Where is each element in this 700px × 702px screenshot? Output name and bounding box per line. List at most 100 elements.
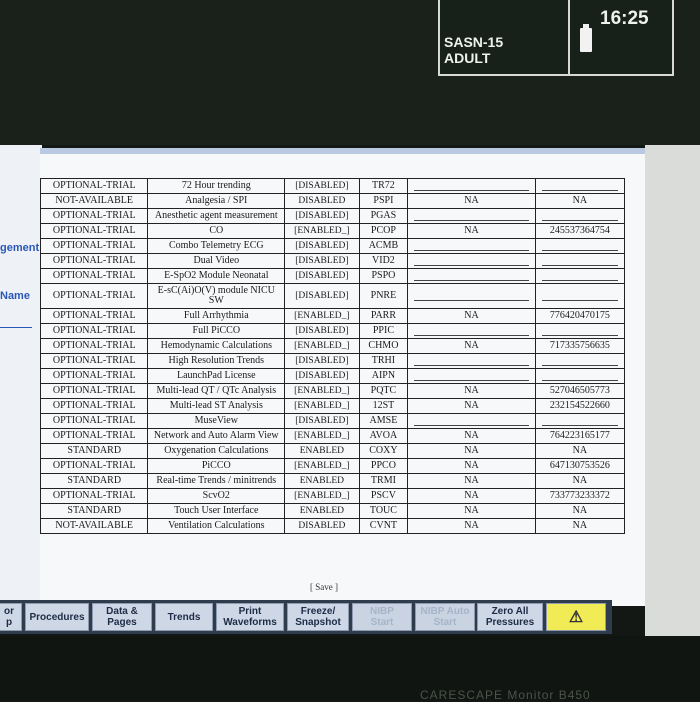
softkey-button[interactable]: or p [0,603,22,631]
softkey-button[interactable]: NIBP Auto Start [415,603,475,631]
enable-state-cell[interactable]: [ENABLED_] [284,458,360,474]
table-row[interactable]: OPTIONAL-TRIAL Full PiCCO [DISABLED] PPIC [40,323,626,339]
license-table: OPTIONAL-TRIAL 72 Hour trending [DISABLED]… [40,178,626,534]
empty-entry-line [541,257,618,266]
enable-state-cell[interactable]: DISABLED [284,518,360,534]
enable-state-cell[interactable]: [DISABLED] [284,368,360,384]
table-row[interactable]: OPTIONAL-TRIAL Combo Telemetry ECG [DISABL… [40,238,626,254]
softkey-button[interactable]: Procedures [25,603,89,631]
enable-state-cell[interactable]: [DISABLED] [284,208,360,224]
option-code-cell: CVNT [358,518,409,534]
na-cell: NA [407,473,536,489]
enable-state-cell[interactable]: [DISABLED] [284,178,360,194]
table-row[interactable]: NOT-AVAILABLE Ventilation Calculations DIS… [40,518,626,534]
enable-state-cell[interactable]: ENABLED [284,443,360,459]
patient-category: ADULT [444,50,491,66]
option-code-cell: AVOA [358,428,409,444]
feature-name-cell: Hemodynamic Calculations [147,338,286,354]
left-panel: gement Name [0,145,42,600]
enable-state-cell[interactable]: DISABLED [284,193,360,209]
table-row[interactable]: OPTIONAL-TRIAL MuseView [DISABLED] AMSE [40,413,626,429]
na-cell [407,283,536,309]
enable-state-cell[interactable]: [DISABLED] [284,268,360,284]
license-status-cell: OPTIONAL-TRIAL [40,238,149,254]
feature-name-cell: High Resolution Trends [147,353,286,369]
table-row[interactable]: OPTIONAL-TRIAL PiCCO [ENABLED_] PPCO NA 64713… [40,458,626,474]
table-row[interactable]: OPTIONAL-TRIAL Anesthetic agent measureme… [40,208,626,224]
empty-entry-line [414,257,529,266]
table-row[interactable]: OPTIONAL-TRIAL Multi-lead ST Analysis [ENA… [40,398,626,414]
license-number-cell: NA [534,518,626,534]
option-code-cell: PSPI [358,193,409,209]
table-row[interactable]: NOT-AVAILABLE Analgesia / SPI DISABLED PSPI… [40,193,626,209]
license-number-cell [534,323,626,339]
license-number-cell: 776420470175 [534,308,626,324]
table-row[interactable]: OPTIONAL-TRIAL Dual Video [DISABLED] VID2 [40,253,626,269]
patient-mode[interactable]: SASN-15 ADULT [444,34,503,66]
alarm-silence-icon[interactable]: ⚠ [546,603,606,631]
enable-state-cell[interactable]: [DISABLED] [284,253,360,269]
na-cell: NA [407,458,536,474]
table-row[interactable]: OPTIONAL-TRIAL E-sC(Ai)O(V) module NICU S… [40,283,626,309]
softkey-button[interactable]: Freeze/ Snapshot [287,603,349,631]
enable-state-cell[interactable]: [ENABLED_] [284,398,360,414]
enable-state-cell[interactable]: [DISABLED] [284,413,360,429]
enable-state-cell[interactable]: [DISABLED] [284,238,360,254]
table-row[interactable]: OPTIONAL-TRIAL LaunchPad License [DISABLED… [40,368,626,384]
left-panel-label-1[interactable]: gement [0,242,39,254]
table-row[interactable]: STANDARD Oxygenation Calculations ENABLED C… [40,443,626,459]
softkey-button[interactable]: NIBP Start [352,603,412,631]
license-status-cell: OPTIONAL-TRIAL [40,413,149,429]
table-row[interactable]: OPTIONAL-TRIAL CO [ENABLED_] PCOP NA 24553736… [40,223,626,239]
enable-state-cell[interactable]: [DISABLED] [284,353,360,369]
enable-state-cell[interactable]: [ENABLED_] [284,338,360,354]
empty-entry-line [414,292,529,301]
status-divider [568,0,570,74]
empty-entry-line [541,417,618,426]
license-number-cell [534,178,626,194]
license-status-cell: OPTIONAL-TRIAL [40,223,149,239]
table-row[interactable]: OPTIONAL-TRIAL Multi-lead QT / QTc Analys… [40,383,626,399]
enable-state-cell[interactable]: ENABLED [284,503,360,519]
save-button[interactable]: [ Save ] [310,582,338,592]
enable-state-cell[interactable]: [ENABLED_] [284,488,360,504]
table-row[interactable]: OPTIONAL-TRIAL Hemodynamic Calculations [E… [40,338,626,354]
option-code-cell: 12ST [358,398,409,414]
enable-state-cell[interactable]: [DISABLED] [284,283,360,309]
license-status-cell: OPTIONAL-TRIAL [40,323,149,339]
enable-state-cell[interactable]: [ENABLED_] [284,428,360,444]
enable-state-cell[interactable]: [ENABLED_] [284,308,360,324]
softkey-button[interactable]: Trends [155,603,213,631]
license-number-cell: 733773233372 [534,488,626,504]
empty-entry-line [541,272,618,281]
feature-name-cell: E-sC(Ai)O(V) module NICU SW [147,283,286,309]
left-panel-label-2[interactable]: Name [0,290,30,302]
table-row[interactable]: STANDARD Real-time Trends / minitrends ENA… [40,473,626,489]
na-cell: NA [407,518,536,534]
enable-state-cell[interactable]: [DISABLED] [284,323,360,339]
feature-name-cell: Ventilation Calculations [147,518,286,534]
license-number-cell: NA [534,443,626,459]
table-row[interactable]: OPTIONAL-TRIAL ScvO2 [ENABLED_] PSCV NA 73377… [40,488,626,504]
license-status-cell: NOT-AVAILABLE [40,193,149,209]
table-row[interactable]: OPTIONAL-TRIAL High Resolution Trends [DIS… [40,353,626,369]
table-row[interactable]: OPTIONAL-TRIAL E-SpO2 Module Neonatal [DIS… [40,268,626,284]
softkey-button[interactable]: Data & Pages [92,603,152,631]
enable-state-cell[interactable]: ENABLED [284,473,360,489]
table-row[interactable]: OPTIONAL-TRIAL 72 Hour trending [DISABLED]… [40,178,626,194]
option-code-cell: PSCV [358,488,409,504]
table-row[interactable]: OPTIONAL-TRIAL Network and Auto Alarm Vie… [40,428,626,444]
table-row[interactable]: STANDARD Touch User Interface ENABLED TOUC N… [40,503,626,519]
na-cell: NA [407,308,536,324]
table-row[interactable]: OPTIONAL-TRIAL Full Arrhythmia [ENABLED_] P… [40,308,626,324]
option-code-cell: TRMI [358,473,409,489]
enable-state-cell[interactable]: [ENABLED_] [284,223,360,239]
enable-state-cell[interactable]: [ENABLED_] [284,383,360,399]
softkey-button[interactable]: Zero All Pressures [477,603,543,631]
feature-name-cell: Anesthetic agent measurement [147,208,286,224]
license-number-cell [534,238,626,254]
license-number-cell: 717335756635 [534,338,626,354]
empty-entry-line [414,417,529,426]
softkey-button[interactable]: Print Waveforms [216,603,284,631]
feature-name-cell: Full PiCCO [147,323,286,339]
